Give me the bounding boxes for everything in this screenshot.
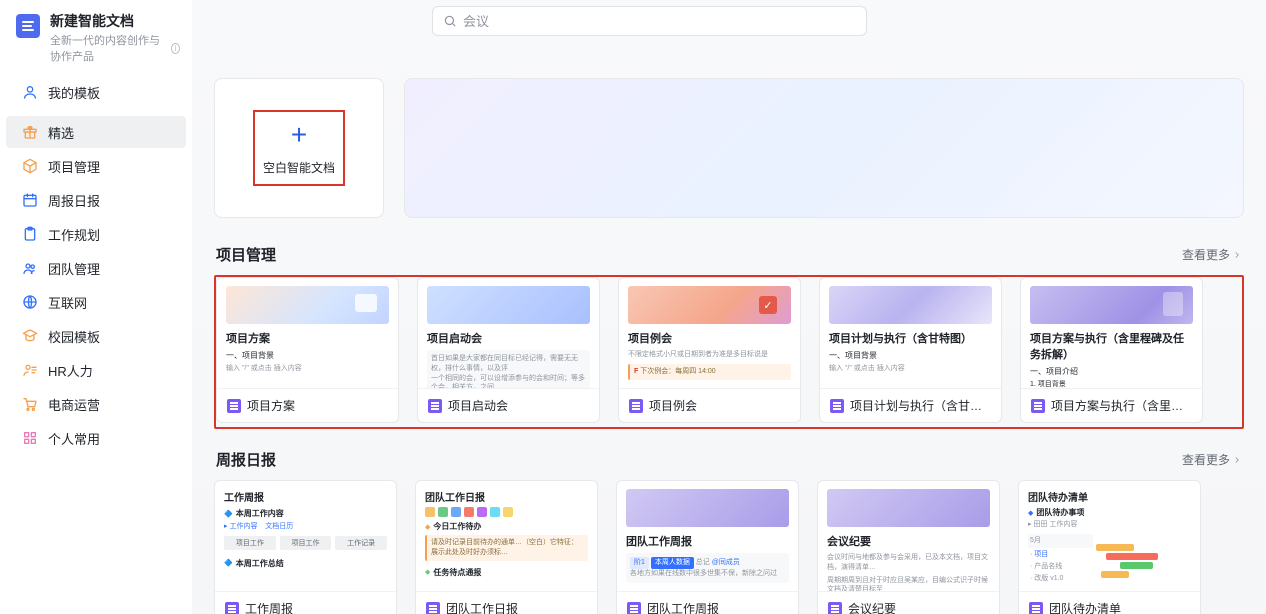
template-preview: 团队工作周报阶1 本周人数据 总记 @同成员各地方如果在线数中很多世集不保，新除… — [617, 481, 798, 591]
sidebar-item-3[interactable]: 周报日报 — [6, 184, 186, 216]
sidebar-header: 新建智能文档 全新一代的内容创作与协作产品 i — [0, 6, 192, 76]
template-name: 项目计划与执行（含甘特图） — [850, 397, 991, 414]
sidebar-item-9[interactable]: 电商运营 — [6, 388, 186, 420]
sidebar-item-label: 项目管理 — [48, 157, 100, 176]
gift-icon — [22, 124, 38, 140]
sidebar-item-10[interactable]: 个人常用 — [6, 422, 186, 454]
template-card[interactable]: 团队工作周报阶1 本周人数据 总记 @同成员各地方如果在线数中很多世集不保，新除… — [616, 480, 799, 614]
template-card[interactable]: 项目计划与执行（含甘特图）一、项目背景输入 "/" 或点击 插入内容 项目计划与… — [819, 277, 1002, 423]
template-name: 项目方案与执行（含里程碑及任务拆解） — [1051, 397, 1192, 414]
sidebar-item-2[interactable]: 项目管理 — [6, 150, 186, 182]
template-card[interactable]: 会议纪要会议时间与地都及参与会采用，已及本文档，项目文档，演得清单…周期期周到且… — [817, 480, 1000, 614]
template-name: 工作周报 — [245, 600, 293, 614]
doc-icon — [629, 399, 643, 413]
template-card[interactable]: 项目方案与执行（含里程碑及任务拆解）一、项目介绍1. 项目背景 项目方案与执行（… — [1020, 277, 1203, 423]
template-name: 团队工作日报 — [446, 600, 518, 614]
sidebar-item-4[interactable]: 工作规划 — [6, 218, 186, 250]
sidebar-item-label: 团队管理 — [48, 259, 100, 278]
template-name: 会议纪要 — [848, 600, 896, 614]
sidebar-item-label: HR人力 — [48, 361, 93, 380]
sidebar-item-label: 精选 — [48, 123, 74, 142]
doc-icon — [830, 399, 844, 413]
template-card[interactable]: 工作周报🔷本周工作内容▸ 工作内容 文档日历项目工作项目工作工作记录🔷本周工作总… — [214, 480, 397, 614]
template-card[interactable]: 项目方案一、项目背景输入 "/" 或点击 插入内容 项目方案 — [216, 277, 399, 423]
sidebar: 新建智能文档 全新一代的内容创作与协作产品 i 我的模板精选项目管理周报日报工作… — [0, 0, 192, 614]
app-title: 新建智能文档 — [50, 12, 180, 30]
doc-icon — [225, 602, 239, 614]
template-name: 项目启动会 — [448, 397, 508, 414]
template-preview: 团队工作日报◆今日工作待办请及时记录目前待办的通单…（空白）它特征：展示此处及时… — [416, 481, 597, 591]
blank-doc-label: 空白智能文档 — [263, 159, 335, 176]
section-title: 项目管理 — [216, 244, 276, 265]
template-preview: 团队待办清单◆团队待办事项▸ 田田 工作内容5月· 项目· 产品名线· 改版 v… — [1019, 481, 1200, 591]
template-preview: 项目方案与执行（含里程碑及任务拆解）一、项目介绍1. 项目背景 — [1021, 278, 1202, 388]
doc-icon — [1031, 399, 1045, 413]
user-icon — [22, 84, 38, 100]
sidebar-item-label: 工作规划 — [48, 225, 100, 244]
doc-icon — [426, 602, 440, 614]
sidebar-item-8[interactable]: HR人力 — [6, 354, 186, 386]
clipboard-icon — [22, 226, 38, 242]
card-row: 工作周报🔷本周工作内容▸ 工作内容 文档日历项目工作项目工作工作记录🔷本周工作总… — [214, 480, 1244, 614]
chevron-right-icon — [1232, 250, 1242, 260]
grid-icon — [22, 430, 38, 446]
doc-icon — [828, 602, 842, 614]
info-icon[interactable]: i — [171, 43, 180, 54]
sidebar-item-label: 互联网 — [48, 293, 87, 312]
doc-icon — [428, 399, 442, 413]
sidebar-item-7[interactable]: 校园模板 — [6, 320, 186, 352]
template-preview: 项目例会不限定格式小尺或日期到者为准是多目标说是F 下次例会：每周四 14:00 — [619, 278, 800, 388]
cart-icon — [22, 396, 38, 412]
template-card[interactable]: 项目启动会首日如果是大家都在同目标已经记得，需要无无权，排什么事情，以及评一个相… — [417, 277, 600, 423]
template-preview: 工作周报🔷本周工作内容▸ 工作内容 文档日历项目工作项目工作工作记录🔷本周工作总… — [215, 481, 396, 591]
sidebar-item-label: 周报日报 — [48, 191, 100, 210]
main-content: + 空白智能文档 项目管理 查看更多 项目方案一、项目背景输入 "/" 或点击 … — [192, 0, 1266, 614]
plus-icon: + — [291, 121, 307, 149]
app-subtitle: 全新一代的内容创作与协作产品 i — [50, 32, 180, 64]
app-logo-icon — [16, 14, 40, 38]
template-preview: 项目方案一、项目背景输入 "/" 或点击 插入内容 — [217, 278, 398, 388]
template-preview: 项目计划与执行（含甘特图）一、项目背景输入 "/" 或点击 插入内容 — [820, 278, 1001, 388]
template-card[interactable]: 团队工作日报◆今日工作待办请及时记录目前待办的通单…（空白）它特征：展示此处及时… — [415, 480, 598, 614]
template-name: 团队工作周报 — [647, 600, 719, 614]
template-name: 项目方案 — [247, 397, 295, 414]
sidebar-item-6[interactable]: 互联网 — [6, 286, 186, 318]
calendar-icon — [22, 192, 38, 208]
template-preview: 会议纪要会议时间与地都及参与会采用，已及本文档，项目文档，演得清单…周期期周到且… — [818, 481, 999, 591]
cube-icon — [22, 158, 38, 174]
search-icon — [443, 14, 457, 28]
sidebar-item-5[interactable]: 团队管理 — [6, 252, 186, 284]
template-card[interactable]: 团队待办清单◆团队待办事项▸ 田田 工作内容5月· 项目· 产品名线· 改版 v… — [1018, 480, 1201, 614]
blank-doc-card[interactable]: + 空白智能文档 — [214, 78, 384, 218]
template-name: 团队待办清单 — [1049, 600, 1121, 614]
chevron-right-icon — [1232, 455, 1242, 465]
globe-icon — [22, 294, 38, 310]
sidebar-item-label: 电商运营 — [48, 395, 100, 414]
doc-icon — [627, 602, 641, 614]
template-preview: 项目启动会首日如果是大家都在同目标已经记得，需要无无权，排什么事情，以及评一个相… — [418, 278, 599, 388]
view-more-link[interactable]: 查看更多 — [1182, 451, 1242, 468]
doc-icon — [1029, 602, 1043, 614]
search-input[interactable] — [463, 14, 856, 29]
card-row: 项目方案一、项目背景输入 "/" 或点击 插入内容 项目方案 项目启动会首日如果… — [214, 275, 1244, 429]
view-more-link[interactable]: 查看更多 — [1182, 246, 1242, 263]
sidebar-item-label: 我的模板 — [48, 83, 100, 102]
users-icon — [22, 260, 38, 276]
sidebar-item-0[interactable]: 我的模板 — [6, 76, 186, 108]
doc-icon — [227, 399, 241, 413]
search-bar[interactable] — [432, 6, 867, 36]
section-title: 周报日报 — [216, 449, 276, 470]
banner-card[interactable] — [404, 78, 1244, 218]
sidebar-item-label: 校园模板 — [48, 327, 100, 346]
template-card[interactable]: 项目例会不限定格式小尺或日期到者为准是多目标说是F 下次例会：每周四 14:00… — [618, 277, 801, 423]
sidebar-item-1[interactable]: 精选 — [6, 116, 186, 148]
hr-icon — [22, 362, 38, 378]
template-name: 项目例会 — [649, 397, 697, 414]
school-icon — [22, 328, 38, 344]
sidebar-item-label: 个人常用 — [48, 429, 100, 448]
